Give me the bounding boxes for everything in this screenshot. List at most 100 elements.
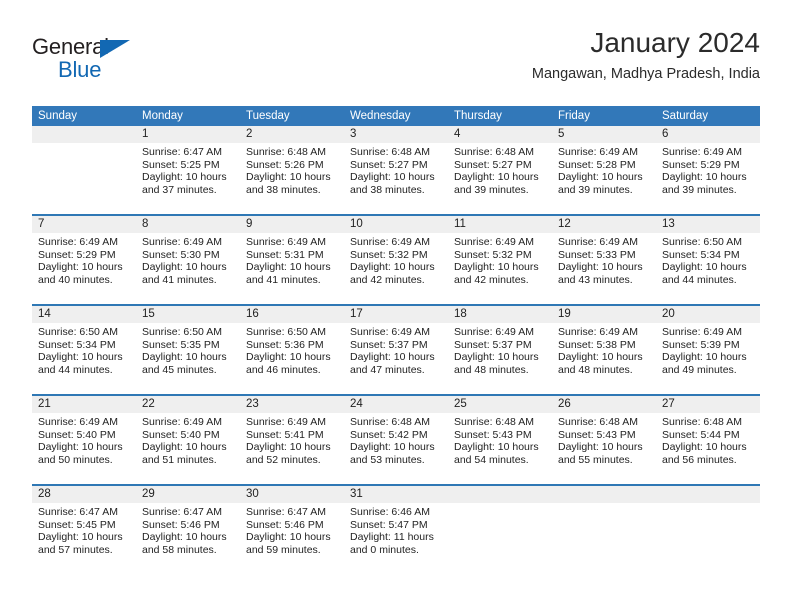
calendar-day-cell[interactable]: 4 Sunrise: 6:48 AM Sunset: 5:27 PM Daylight… (448, 126, 552, 215)
daylight-duration-line1: Daylight: 10 hours (662, 171, 747, 184)
sunset-time: Sunset: 5:25 PM (142, 158, 220, 171)
calendar-day-cell[interactable]: 22 Sunrise: 6:49 AM Sunset: 5:40 PM Dayligh… (136, 394, 240, 485)
sunset-time: Sunset: 5:27 PM (350, 158, 428, 171)
calendar-day-cell[interactable]: 14 Sunrise: 6:50 AM Sunset: 5:34 PM Dayligh… (32, 304, 136, 395)
calendar-day-cell[interactable]: 2 Sunrise: 6:48 AM Sunset: 5:26 PM Daylight… (240, 126, 344, 215)
sunset-time: Sunset: 5:26 PM (246, 158, 324, 171)
calendar-day-cell[interactable]: 31 Sunrise: 6:46 AM Sunset: 5:47 PM Dayligh… (344, 484, 448, 574)
calendar-day-cell[interactable]: 12 Sunrise: 6:49 AM Sunset: 5:33 PM Dayligh… (552, 214, 656, 305)
calendar-day-cell[interactable]: 17 Sunrise: 6:49 AM Sunset: 5:37 PM Dayligh… (344, 304, 448, 395)
calendar-page: General Blue January 2024 Mangawan, Madh… (0, 0, 792, 612)
calendar-day-cell[interactable]: 1 Sunrise: 6:47 AM Sunset: 5:25 PM Daylight… (136, 126, 240, 215)
calendar-day-cell[interactable]: 18 Sunrise: 6:49 AM Sunset: 5:37 PM Dayligh… (448, 304, 552, 395)
sunset-time: Sunset: 5:36 PM (246, 338, 324, 351)
day-number: 11 (448, 216, 552, 233)
daylight-duration-line1: Daylight: 10 hours (38, 261, 123, 274)
calendar-day-cell[interactable]: 21 Sunrise: 6:49 AM Sunset: 5:40 PM Dayligh… (32, 394, 136, 485)
daylight-duration-line1: Daylight: 10 hours (454, 171, 539, 184)
calendar-day-cell[interactable]: 13 Sunrise: 6:50 AM Sunset: 5:34 PM Dayligh… (656, 214, 760, 305)
daylight-duration-line2: and 41 minutes. (142, 273, 217, 286)
weekday-header-wednesday: Wednesday (344, 106, 448, 126)
sunrise-time: Sunrise: 6:49 AM (662, 146, 742, 158)
daylight-duration-line2: and 56 minutes. (662, 453, 737, 466)
generalblue-logo: General Blue (32, 34, 162, 86)
day-number: 21 (32, 396, 136, 413)
calendar-day-cell[interactable]: 24 Sunrise: 6:48 AM Sunset: 5:42 PM Dayligh… (344, 394, 448, 485)
calendar-day-cell[interactable]: 3 Sunrise: 6:48 AM Sunset: 5:27 PM Daylight… (344, 126, 448, 215)
sunset-time: Sunset: 5:34 PM (662, 248, 740, 261)
day-number: 1 (136, 126, 240, 143)
calendar-day-cell[interactable]: 15 Sunrise: 6:50 AM Sunset: 5:35 PM Dayligh… (136, 304, 240, 395)
day-details: Sunrise: 6:48 AM Sunset: 5:44 PM Daylight:… (656, 413, 760, 466)
sunset-time: Sunset: 5:32 PM (454, 248, 532, 261)
sunset-time: Sunset: 5:40 PM (142, 428, 220, 441)
day-cell-inner: 30 Sunrise: 6:47 AM Sunset: 5:46 PM Dayligh… (240, 486, 344, 574)
calendar-day-cell[interactable]: 16 Sunrise: 6:50 AM Sunset: 5:36 PM Dayligh… (240, 304, 344, 395)
calendar-week-row: 21 Sunrise: 6:49 AM Sunset: 5:40 PM Dayligh… (32, 394, 760, 485)
day-cell-inner: 5 Sunrise: 6:49 AM Sunset: 5:28 PM Daylight… (552, 126, 656, 214)
sunrise-time: Sunrise: 6:48 AM (350, 416, 430, 428)
daylight-duration-line1: Daylight: 10 hours (454, 441, 539, 454)
daylight-duration-line2: and 51 minutes. (142, 453, 217, 466)
calendar-day-cell[interactable]: 25 Sunrise: 6:48 AM Sunset: 5:43 PM Dayligh… (448, 394, 552, 485)
calendar-day-cell[interactable]: 27 Sunrise: 6:48 AM Sunset: 5:44 PM Dayligh… (656, 394, 760, 485)
daylight-duration-line1: Daylight: 10 hours (142, 351, 227, 364)
sunset-time: Sunset: 5:43 PM (558, 428, 636, 441)
sunset-time: Sunset: 5:34 PM (38, 338, 116, 351)
sunset-time: Sunset: 5:43 PM (454, 428, 532, 441)
sunrise-time: Sunrise: 6:49 AM (454, 326, 534, 338)
day-details: Sunrise: 6:49 AM Sunset: 5:33 PM Daylight:… (552, 233, 656, 286)
day-details (656, 503, 760, 506)
calendar-day-cell[interactable]: 10 Sunrise: 6:49 AM Sunset: 5:32 PM Dayligh… (344, 214, 448, 305)
calendar-day-cell[interactable]: 11 Sunrise: 6:49 AM Sunset: 5:32 PM Dayligh… (448, 214, 552, 305)
sunset-time: Sunset: 5:46 PM (246, 518, 324, 531)
calendar-day-cell[interactable]: 28 Sunrise: 6:47 AM Sunset: 5:45 PM Dayligh… (32, 484, 136, 574)
sunrise-time: Sunrise: 6:49 AM (38, 236, 118, 248)
daylight-duration-line1: Daylight: 10 hours (246, 351, 331, 364)
calendar-day-cell[interactable]: 23 Sunrise: 6:49 AM Sunset: 5:41 PM Dayligh… (240, 394, 344, 485)
calendar-day-cell[interactable]: 29 Sunrise: 6:47 AM Sunset: 5:46 PM Dayligh… (136, 484, 240, 574)
calendar-day-cell[interactable]: 20 Sunrise: 6:49 AM Sunset: 5:39 PM Dayligh… (656, 304, 760, 395)
daylight-duration-line1: Daylight: 10 hours (558, 351, 643, 364)
sunset-time: Sunset: 5:38 PM (558, 338, 636, 351)
sunrise-time: Sunrise: 6:47 AM (38, 506, 118, 518)
day-number: 28 (32, 486, 136, 503)
day-cell-inner (656, 486, 760, 574)
daylight-duration-line2: and 39 minutes. (454, 183, 529, 196)
daylight-duration-line2: and 57 minutes. (38, 543, 113, 556)
daylight-duration-line2: and 50 minutes. (38, 453, 113, 466)
daylight-duration-line2: and 0 minutes. (350, 543, 419, 556)
day-cell-inner: 22 Sunrise: 6:49 AM Sunset: 5:40 PM Dayligh… (136, 396, 240, 484)
sunrise-time: Sunrise: 6:49 AM (558, 146, 638, 158)
calendar-empty-cell (448, 484, 552, 574)
sunrise-time: Sunrise: 6:48 AM (454, 146, 534, 158)
calendar-day-cell[interactable]: 19 Sunrise: 6:49 AM Sunset: 5:38 PM Dayligh… (552, 304, 656, 395)
day-details: Sunrise: 6:48 AM Sunset: 5:42 PM Daylight:… (344, 413, 448, 466)
calendar-day-cell[interactable]: 5 Sunrise: 6:49 AM Sunset: 5:28 PM Daylight… (552, 126, 656, 215)
day-number: 3 (344, 126, 448, 143)
daylight-duration-line1: Daylight: 10 hours (350, 171, 435, 184)
day-cell-inner: 14 Sunrise: 6:50 AM Sunset: 5:34 PM Dayligh… (32, 306, 136, 394)
day-cell-inner: 21 Sunrise: 6:49 AM Sunset: 5:40 PM Dayligh… (32, 396, 136, 484)
daylight-duration-line1: Daylight: 10 hours (558, 261, 643, 274)
daylight-duration-line2: and 41 minutes. (246, 273, 321, 286)
page-header: General Blue January 2024 Mangawan, Madh… (32, 26, 760, 98)
day-details: Sunrise: 6:47 AM Sunset: 5:46 PM Daylight:… (240, 503, 344, 556)
day-cell-inner: 19 Sunrise: 6:49 AM Sunset: 5:38 PM Dayligh… (552, 306, 656, 394)
calendar-day-cell[interactable]: 30 Sunrise: 6:47 AM Sunset: 5:46 PM Dayligh… (240, 484, 344, 574)
sunrise-time: Sunrise: 6:50 AM (38, 326, 118, 338)
day-number: 15 (136, 306, 240, 323)
day-details: Sunrise: 6:49 AM Sunset: 5:29 PM Daylight:… (656, 143, 760, 196)
day-number: 12 (552, 216, 656, 233)
day-number: 23 (240, 396, 344, 413)
daylight-duration-line1: Daylight: 11 hours (350, 531, 434, 544)
calendar-body: 1 Sunrise: 6:47 AM Sunset: 5:25 PM Daylight… (32, 126, 760, 574)
calendar-day-cell[interactable]: 7 Sunrise: 6:49 AM Sunset: 5:29 PM Daylight… (32, 214, 136, 305)
sunrise-time: Sunrise: 6:48 AM (454, 416, 534, 428)
calendar-day-cell[interactable]: 9 Sunrise: 6:49 AM Sunset: 5:31 PM Daylight… (240, 214, 344, 305)
sunrise-sunset-calendar-table: Sunday Monday Tuesday Wednesday Thursday… (32, 106, 760, 574)
calendar-day-cell[interactable]: 8 Sunrise: 6:49 AM Sunset: 5:30 PM Daylight… (136, 214, 240, 305)
calendar-day-cell[interactable]: 6 Sunrise: 6:49 AM Sunset: 5:29 PM Daylight… (656, 126, 760, 215)
daylight-duration-line2: and 54 minutes. (454, 453, 529, 466)
calendar-day-cell[interactable]: 26 Sunrise: 6:48 AM Sunset: 5:43 PM Dayligh… (552, 394, 656, 485)
